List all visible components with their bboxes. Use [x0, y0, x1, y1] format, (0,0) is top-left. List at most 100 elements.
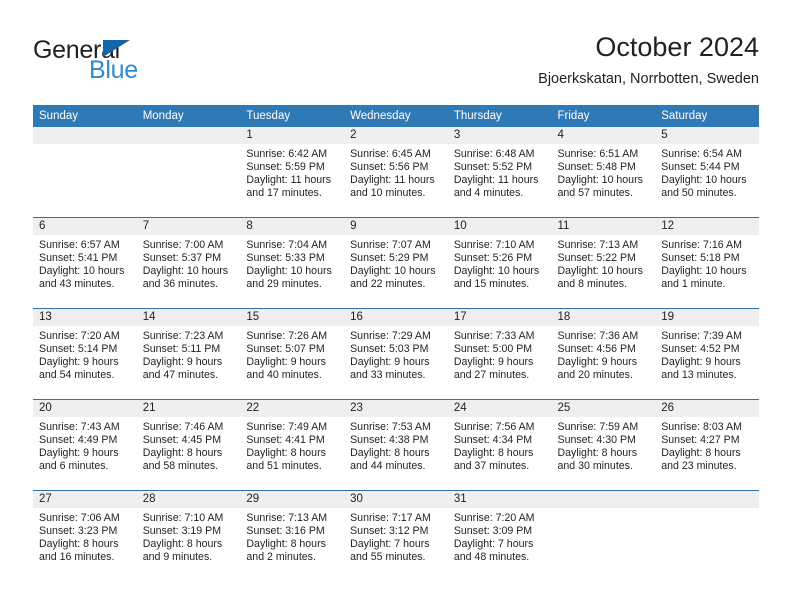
calendar-week-row: 13 Sunrise: 7:20 AM Sunset: 5:14 PM Dayligh…	[33, 308, 759, 400]
logo-triangle-icon	[103, 40, 130, 57]
day-details: Sunrise: 7:43 AM Sunset: 4:49 PM Daylight:…	[33, 417, 137, 473]
daylight-line-2: and 4 minutes.	[453, 187, 524, 200]
day-details: Sunrise: 7:20 AM Sunset: 5:14 PM Daylight:…	[33, 326, 137, 382]
day-number	[136, 127, 241, 144]
calendar-body: 1 Sunrise: 6:42 AM Sunset: 5:59 PM Daylight…	[33, 127, 759, 581]
calendar-day-cell[interactable]: 1 Sunrise: 6:42 AM Sunset: 5:59 PM Daylight…	[240, 127, 345, 218]
day-details: Sunrise: 8:03 AM Sunset: 4:27 PM Daylight:…	[655, 417, 759, 473]
day-cell-content: 31 Sunrise: 7:20 AM Sunset: 3:09 PM Dayligh…	[447, 491, 552, 581]
daylight-line-1: Daylight: 8 hours	[350, 447, 430, 460]
sunset-line: Sunset: 5:37 PM	[142, 252, 222, 265]
sunrise-line: Sunrise: 7:20 AM	[453, 512, 535, 524]
calendar-day-cell[interactable]: 24 Sunrise: 7:56 AM Sunset: 4:34 PM Dayligh…	[447, 399, 552, 491]
sunrise-line: Sunrise: 7:49 AM	[246, 421, 328, 433]
calendar-day-cell[interactable]: 26 Sunrise: 8:03 AM Sunset: 4:27 PM Dayligh…	[655, 399, 759, 491]
weekday-header-tuesday: Tuesday	[240, 105, 345, 127]
day-details: Sunrise: 6:57 AM Sunset: 5:41 PM Daylight:…	[33, 235, 137, 291]
daylight-line-2: and 1 minute.	[661, 278, 726, 291]
day-details: Sunrise: 7:07 AM Sunset: 5:29 PM Daylight:…	[344, 235, 448, 291]
general-blue-logo[interactable]: General Blue	[33, 36, 213, 90]
sunset-line: Sunset: 5:00 PM	[453, 343, 533, 356]
calendar-page: General Blue October 2024 Bjoerkskatan, …	[0, 0, 792, 612]
day-cell-content: 29 Sunrise: 7:13 AM Sunset: 3:16 PM Dayligh…	[240, 491, 345, 581]
calendar-day-cell[interactable]: 29 Sunrise: 7:13 AM Sunset: 3:16 PM Dayligh…	[240, 490, 345, 581]
calendar-day-cell[interactable]: 25 Sunrise: 7:59 AM Sunset: 4:30 PM Dayligh…	[551, 399, 656, 491]
calendar-day-cell[interactable]: 31 Sunrise: 7:20 AM Sunset: 3:09 PM Dayligh…	[447, 490, 552, 581]
calendar-day-cell[interactable]: 9 Sunrise: 7:07 AM Sunset: 5:29 PM Daylight…	[344, 217, 448, 309]
day-number: 7	[136, 218, 241, 235]
calendar-day-cell[interactable]: 3 Sunrise: 6:48 AM Sunset: 5:52 PM Daylight…	[447, 127, 552, 218]
calendar-day-cell[interactable]: 17 Sunrise: 7:33 AM Sunset: 5:00 PM Dayligh…	[447, 308, 552, 400]
calendar-day-cell[interactable]: 21 Sunrise: 7:46 AM Sunset: 4:45 PM Dayligh…	[136, 399, 241, 491]
sunrise-line: Sunrise: 7:33 AM	[453, 330, 535, 342]
page-title: October 2024	[595, 32, 759, 62]
day-cell-content	[33, 127, 137, 217]
sunrise-line: Sunrise: 6:48 AM	[453, 148, 535, 160]
weekday-header-thursday: Thursday	[447, 105, 552, 127]
day-cell-content	[136, 127, 241, 217]
daylight-line-2: and 47 minutes.	[142, 369, 219, 382]
daylight-line-1: Daylight: 8 hours	[142, 447, 223, 460]
calendar-day-cell[interactable]: 23 Sunrise: 7:53 AM Sunset: 4:38 PM Dayligh…	[344, 399, 448, 491]
daylight-line-2: and 37 minutes.	[453, 460, 530, 473]
calendar-day-cell[interactable]: 5 Sunrise: 6:54 AM Sunset: 5:44 PM Daylight…	[655, 127, 759, 218]
daylight-line-1: Daylight: 11 hours	[453, 174, 539, 187]
daylight-line-1: Daylight: 8 hours	[661, 447, 741, 460]
calendar-day-cell[interactable]: 2 Sunrise: 6:45 AM Sunset: 5:56 PM Daylight…	[344, 127, 448, 218]
daylight-line-1: Daylight: 9 hours	[350, 356, 430, 369]
daylight-line-2: and 54 minutes.	[39, 369, 115, 382]
weekday-header-friday: Friday	[551, 105, 656, 127]
day-number: 27	[33, 491, 137, 508]
day-details: Sunrise: 7:06 AM Sunset: 3:23 PM Daylight:…	[33, 508, 137, 564]
day-number: 18	[551, 309, 656, 326]
day-number: 2	[344, 127, 448, 144]
day-cell-content: 17 Sunrise: 7:33 AM Sunset: 5:00 PM Dayligh…	[447, 309, 552, 399]
calendar-day-cell[interactable]: 18 Sunrise: 7:36 AM Sunset: 4:56 PM Dayligh…	[551, 308, 656, 400]
daylight-line-1: Daylight: 10 hours	[246, 265, 332, 278]
calendar-day-cell[interactable]: 12 Sunrise: 7:16 AM Sunset: 5:18 PM Dayligh…	[655, 217, 759, 309]
day-number: 5	[655, 127, 759, 144]
daylight-line-2: and 57 minutes.	[557, 187, 633, 200]
calendar-day-cell[interactable]: 14 Sunrise: 7:23 AM Sunset: 5:11 PM Dayligh…	[136, 308, 241, 400]
sunset-line: Sunset: 3:19 PM	[142, 525, 222, 538]
day-details: Sunrise: 7:20 AM Sunset: 3:09 PM Daylight:…	[448, 508, 552, 564]
calendar-day-cell[interactable]: 10 Sunrise: 7:10 AM Sunset: 5:26 PM Dayligh…	[447, 217, 552, 309]
daylight-line-1: Daylight: 10 hours	[661, 265, 747, 278]
calendar-day-cell[interactable]: 15 Sunrise: 7:26 AM Sunset: 5:07 PM Dayligh…	[240, 308, 345, 400]
day-number: 15	[240, 309, 345, 326]
sunset-line: Sunset: 5:11 PM	[142, 343, 221, 356]
sunset-line: Sunset: 5:44 PM	[661, 161, 740, 174]
daylight-line-1: Daylight: 10 hours	[39, 265, 125, 278]
calendar-day-cell[interactable]: 19 Sunrise: 7:39 AM Sunset: 4:52 PM Dayligh…	[655, 308, 759, 400]
sunrise-line: Sunrise: 7:29 AM	[350, 330, 431, 342]
day-number: 17	[447, 309, 552, 326]
logo-text-blue: Blue	[89, 56, 138, 84]
calendar-day-cell[interactable]: 4 Sunrise: 6:51 AM Sunset: 5:48 PM Daylight…	[551, 127, 656, 218]
daylight-line-1: Daylight: 9 hours	[246, 356, 326, 369]
day-number: 23	[344, 400, 448, 417]
calendar-day-cell[interactable]: 22 Sunrise: 7:49 AM Sunset: 4:41 PM Dayligh…	[240, 399, 345, 491]
calendar-day-cell[interactable]: 27 Sunrise: 7:06 AM Sunset: 3:23 PM Dayligh…	[33, 490, 137, 581]
calendar-day-cell[interactable]: 13 Sunrise: 7:20 AM Sunset: 5:14 PM Dayligh…	[33, 308, 137, 400]
day-cell-content	[551, 491, 656, 581]
calendar-day-cell[interactable]: 16 Sunrise: 7:29 AM Sunset: 5:03 PM Dayligh…	[344, 308, 448, 400]
calendar-day-cell[interactable]: 11 Sunrise: 7:13 AM Sunset: 5:22 PM Dayligh…	[551, 217, 656, 309]
sunset-line: Sunset: 4:30 PM	[557, 434, 636, 447]
day-number	[551, 491, 656, 508]
calendar-day-cell[interactable]: 30 Sunrise: 7:17 AM Sunset: 3:12 PM Dayligh…	[344, 490, 448, 581]
day-number: 31	[447, 491, 552, 508]
day-number: 30	[344, 491, 448, 508]
calendar-day-cell[interactable]: 7 Sunrise: 7:00 AM Sunset: 5:37 PM Daylight…	[136, 217, 241, 309]
calendar-day-cell[interactable]: 8 Sunrise: 7:04 AM Sunset: 5:33 PM Daylight…	[240, 217, 345, 309]
day-number: 24	[447, 400, 552, 417]
daylight-line-2: and 36 minutes.	[142, 278, 219, 291]
calendar-day-cell[interactable]: 6 Sunrise: 6:57 AM Sunset: 5:41 PM Daylight…	[33, 217, 137, 309]
day-number: 25	[551, 400, 656, 417]
calendar-day-cell[interactable]: 28 Sunrise: 7:10 AM Sunset: 3:19 PM Dayligh…	[136, 490, 241, 581]
daylight-line-1: Daylight: 10 hours	[557, 174, 643, 187]
day-cell-content: 10 Sunrise: 7:10 AM Sunset: 5:26 PM Dayligh…	[447, 218, 552, 308]
calendar-day-cell[interactable]: 20 Sunrise: 7:43 AM Sunset: 4:49 PM Dayligh…	[33, 399, 137, 491]
daylight-line-2: and 23 minutes.	[661, 460, 737, 473]
daylight-line-1: Daylight: 9 hours	[142, 356, 223, 369]
sunrise-line: Sunrise: 7:06 AM	[39, 512, 120, 524]
